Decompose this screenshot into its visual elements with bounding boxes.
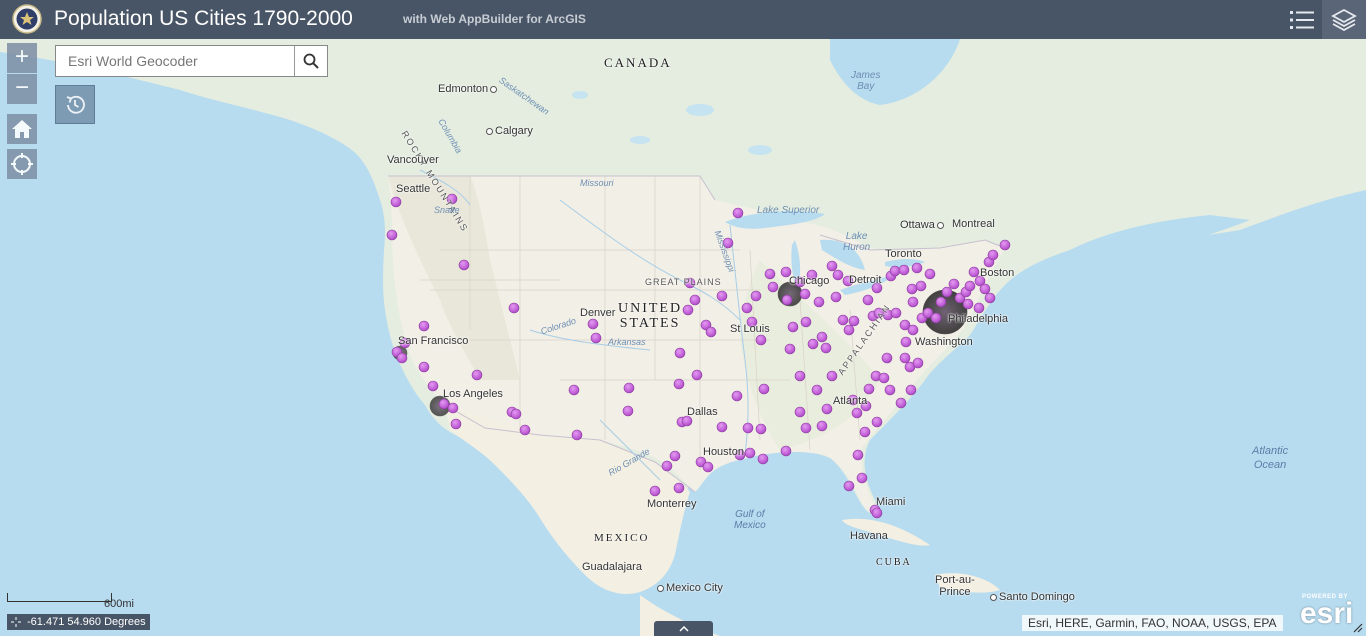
city-havana: Havana	[850, 530, 888, 542]
label-snake: Snake	[434, 205, 460, 215]
city-philadelphia: Philadelphia	[948, 313, 1008, 325]
label-james-bay: James Bay	[851, 70, 881, 92]
home-icon	[12, 120, 32, 138]
label-atlantic-ocean: Atlantic Ocean	[1252, 445, 1289, 471]
locate-button[interactable]	[7, 149, 37, 179]
city-st-louis: St Louis	[730, 323, 770, 335]
city-miami: Miami	[876, 496, 906, 508]
label-missouri: Missouri	[580, 178, 614, 188]
basemap	[0, 39, 1366, 636]
city-seattle: Seattle	[396, 183, 431, 195]
label-lake-huron: Lake Huron	[843, 231, 871, 253]
city-detroit: Detroit	[849, 274, 882, 286]
map-attribution: Esri, HERE, Garmin, FAO, NOAA, USGS, EPA	[1022, 615, 1283, 631]
app-root: Population US Cities 1790-2000 with Web …	[0, 0, 1366, 636]
history-button[interactable]	[55, 85, 95, 124]
scale-bar	[7, 593, 112, 602]
app-subtitle: with Web AppBuilder for ArcGIS	[403, 12, 586, 26]
city-chicago: Chicago	[789, 275, 830, 287]
label-mexico: MEXICO	[594, 532, 650, 544]
coordinate-text: -61.471 54.960 Degrees	[27, 616, 146, 628]
city-ottawa: Ottawa	[900, 219, 946, 231]
city-santo-domingo: Santo Domingo	[990, 591, 1075, 603]
city-guadalajara: Guadalajara	[582, 561, 642, 573]
city-montreal: Montreal	[952, 218, 995, 230]
locate-icon	[11, 153, 33, 175]
label-canada: CANADA	[604, 55, 672, 70]
coordinate-readout[interactable]: -61.471 54.960 Degrees	[7, 614, 150, 630]
zoom-in-button[interactable]: +	[7, 43, 37, 73]
resize-corner-icon	[1353, 623, 1363, 633]
list-icon	[1289, 10, 1314, 29]
city-los-angeles: Los Angeles	[443, 388, 503, 400]
search-button[interactable]	[294, 46, 327, 76]
city-port-au-prince: Port-au- Prince	[935, 574, 975, 598]
city-boston: Boston	[980, 267, 1015, 279]
seal-icon	[12, 4, 42, 34]
layers-button[interactable]	[1322, 0, 1366, 39]
geocoder-search	[55, 45, 328, 77]
city-toronto: Toronto	[885, 248, 922, 260]
zoom-control: + −	[7, 43, 37, 104]
city-houston: Houston	[703, 446, 744, 458]
label-great-plains: GREAT PLAINS	[645, 277, 722, 287]
city-monterrey: Monterrey	[647, 498, 697, 510]
city-atlanta: Atlanta	[833, 395, 868, 407]
esri-wordmark: esri	[1300, 597, 1354, 630]
city-san-francisco: San Francisco	[398, 335, 469, 347]
crosshair-icon	[11, 617, 21, 627]
layers-icon	[1331, 8, 1357, 31]
city-washington: Washington	[915, 336, 973, 348]
map-view[interactable]: CANADA UNITED STATES MEXICO CUBA ROCKY M…	[0, 39, 1366, 636]
city-dallas: Dallas	[687, 406, 718, 418]
history-icon	[66, 95, 85, 114]
city-calgary: Calgary	[486, 125, 533, 137]
app-title: Population US Cities 1790-2000	[54, 7, 353, 30]
esri-logo[interactable]: POWERED BY esri	[1298, 594, 1360, 630]
legend-button[interactable]	[1282, 0, 1321, 39]
app-header: Population US Cities 1790-2000 with Web …	[0, 0, 1366, 39]
city-mexico-city: Mexico City	[657, 582, 723, 594]
attribute-table-toggle[interactable]	[654, 621, 713, 636]
city-vancouver: Vancouver	[387, 154, 439, 166]
chevron-up-icon	[678, 625, 689, 632]
label-arkansas: Arkansas	[608, 337, 646, 347]
label-united-states: UNITED STATES	[618, 301, 683, 331]
zoom-out-button[interactable]: −	[7, 74, 37, 104]
search-input[interactable]	[56, 46, 294, 76]
city-edmonton: Edmonton	[438, 83, 499, 95]
search-icon	[303, 53, 319, 69]
label-cuba: CUBA	[876, 557, 912, 568]
home-button[interactable]	[7, 114, 37, 144]
label-gulf-of-mexico: Gulf of Mexico	[734, 509, 766, 531]
city-denver: Denver	[580, 307, 616, 319]
scale-label: 600mi	[104, 598, 134, 610]
label-lake-superior: Lake Superior	[757, 205, 820, 216]
